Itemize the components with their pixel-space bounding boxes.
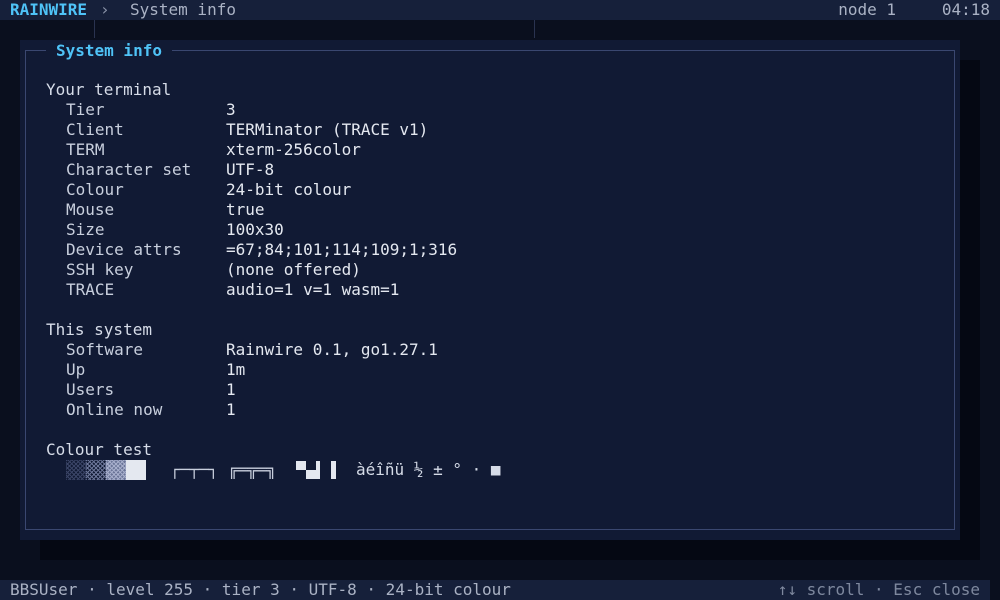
status-user-info: BBSUser · level 255 · tier 3 · UTF-8 · 2… — [10, 580, 511, 599]
section-heading-terminal: Your terminal — [46, 80, 172, 99]
panel-frame: System info Your terminal Tier 3 Client TE… — [25, 41, 955, 530]
shade-full-swatch — [126, 460, 146, 480]
info-key: TRACE — [66, 280, 115, 299]
status-bar: BBSUser · level 255 · tier 3 · UTF-8 · 2… — [0, 580, 990, 600]
info-value: true — [226, 200, 265, 219]
info-value: 24-bit colour — [226, 180, 352, 199]
panel-title: System info — [46, 41, 172, 61]
info-key: Up — [66, 360, 86, 379]
status-key-hints: ↑↓ scroll · Esc close — [777, 580, 980, 599]
quadrant-block-icon — [296, 461, 306, 470]
vertical-bar-icon — [331, 461, 336, 479]
box-drawing-single: ┌─┬─┐ — [170, 460, 219, 479]
info-key: Character set — [66, 160, 192, 179]
quadrant-block-icon — [316, 461, 320, 471]
info-key: SSH key — [66, 260, 134, 279]
breadcrumb-separator: › — [100, 0, 110, 19]
column-tick — [534, 20, 535, 38]
column-tick — [94, 20, 95, 38]
info-key: Tier — [66, 100, 105, 119]
info-key: Device attrs — [66, 240, 182, 259]
info-key: Mouse — [66, 200, 115, 219]
clock: 04:18 — [941, 0, 990, 19]
info-value: 3 — [226, 100, 236, 119]
info-key: Online now — [66, 400, 163, 419]
section-heading-colour-test: Colour test — [46, 440, 152, 459]
shade-light-swatch — [66, 460, 86, 480]
info-value: xterm-256color — [226, 140, 361, 159]
info-key: Software — [66, 340, 144, 359]
info-value: 1 — [226, 380, 236, 399]
info-value: TERMinator (TRACE v1) — [226, 120, 429, 139]
info-key: Client — [66, 120, 124, 139]
info-value: 1 — [226, 400, 236, 419]
info-key: Size — [66, 220, 105, 239]
info-key: Colour — [66, 180, 124, 199]
info-value: Rainwire 0.1, go1.27.1 — [226, 340, 438, 359]
box-drawing-double: ╔═╦═╗ — [228, 460, 277, 479]
shade-medium-swatch — [86, 460, 106, 480]
info-value: (none offered) — [226, 260, 361, 279]
breadcrumb: System info — [130, 0, 236, 19]
top-bar: RAINWIRE › System info node 1 04:18 — [0, 0, 1000, 20]
info-value: 1m — [226, 360, 246, 379]
info-key: TERM — [66, 140, 105, 159]
info-value: UTF-8 — [226, 160, 275, 179]
info-value: 100x30 — [226, 220, 284, 239]
unicode-sample: àéîñü ½ ± ° · ■ — [356, 460, 501, 479]
shade-dark-swatch — [106, 460, 126, 480]
node-indicator: node 1 — [838, 0, 896, 19]
section-heading-system: This system — [46, 320, 152, 339]
system-info-panel: System info Your terminal Tier 3 Client TE… — [20, 40, 960, 540]
quadrant-block-icon — [306, 470, 320, 479]
brand-logo: RAINWIRE — [10, 0, 88, 19]
info-key: Users — [66, 380, 115, 399]
info-value: =67;84;101;114;109;1;316 — [226, 240, 458, 259]
info-value: audio=1 v=1 wasm=1 — [226, 280, 400, 299]
